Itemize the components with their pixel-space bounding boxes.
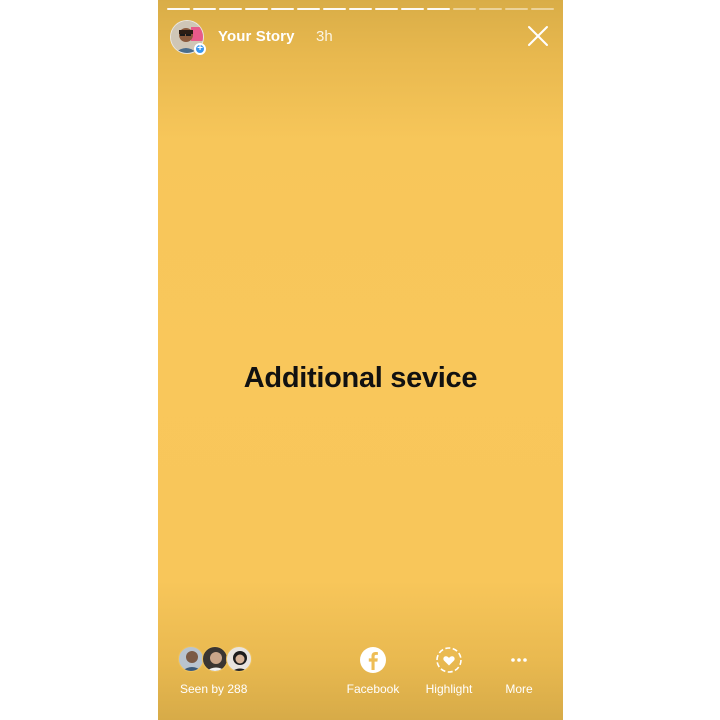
- story-viewer[interactable]: + Your Story 3h Additional sevice Seen b…: [158, 0, 563, 720]
- highlight-label: Highlight: [425, 682, 473, 696]
- progress-segment: [401, 8, 424, 10]
- add-story-icon[interactable]: +: [194, 43, 206, 55]
- progress-segment: [531, 8, 554, 10]
- story-progress-bar: [167, 8, 554, 11]
- story-header: + Your Story 3h: [170, 20, 551, 56]
- progress-segment: [219, 8, 242, 10]
- viewer-avatar: [178, 646, 204, 672]
- facebook-icon: [360, 647, 386, 673]
- close-icon: [528, 26, 548, 46]
- more-button[interactable]: More: [484, 644, 554, 704]
- story-title[interactable]: Your Story: [218, 28, 295, 45]
- progress-segment: [453, 8, 476, 10]
- progress-segment: [297, 8, 320, 10]
- more-label: More: [505, 682, 533, 696]
- progress-segment: [349, 8, 372, 10]
- progress-segment: [323, 8, 346, 10]
- progress-segment: [245, 8, 268, 10]
- facebook-share-button[interactable]: Facebook: [338, 644, 408, 704]
- more-icon: [511, 658, 527, 662]
- viewer-avatar: [202, 646, 228, 672]
- viewer-photo-icon: [232, 651, 248, 671]
- close-button[interactable]: [525, 23, 551, 49]
- seen-by-label: Seen by 288: [180, 682, 248, 696]
- story-text: Additional sevice: [243, 362, 478, 394]
- progress-segment: [427, 8, 450, 10]
- facebook-label: Facebook: [346, 682, 400, 696]
- progress-segment: [193, 8, 216, 10]
- progress-segment: [375, 8, 398, 10]
- progress-segment: [505, 8, 528, 10]
- viewer-photo-icon: [182, 651, 202, 671]
- viewer-avatar: [226, 646, 252, 672]
- story-footer: Seen by 288 Facebook Highlight More: [158, 644, 563, 704]
- page: + Your Story 3h Additional sevice Seen b…: [0, 0, 720, 720]
- viewer-photo-icon: [206, 652, 226, 671]
- highlight-button[interactable]: Highlight: [414, 644, 484, 704]
- progress-segment: [479, 8, 502, 10]
- progress-segment: [271, 8, 294, 10]
- progress-segment: [167, 8, 190, 10]
- seen-by-button[interactable]: Seen by 288: [178, 644, 258, 704]
- highlight-icon: [436, 647, 462, 673]
- story-timestamp: 3h: [316, 28, 333, 45]
